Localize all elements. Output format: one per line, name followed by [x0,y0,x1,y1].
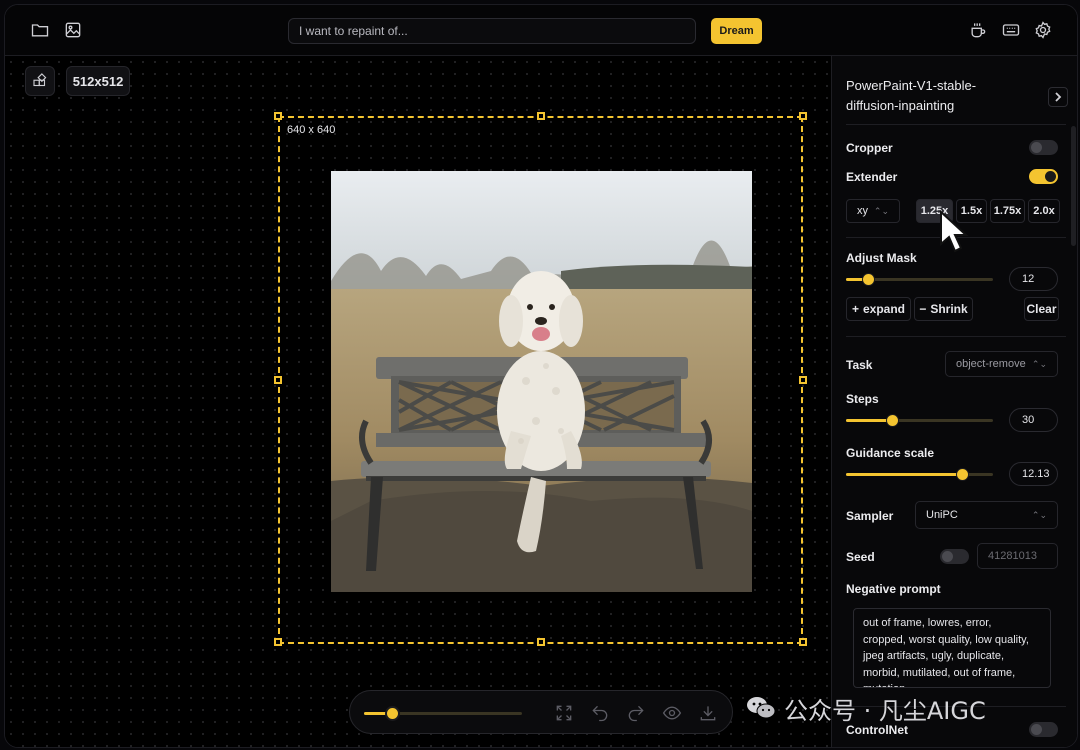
divider [846,336,1066,337]
guidance-input[interactable]: 12.13 [1009,462,1058,486]
extender-toggle[interactable] [1029,169,1058,184]
layout-button[interactable] [25,66,55,96]
expand-button[interactable]: + expand [846,297,911,321]
eye-icon[interactable] [662,703,682,723]
settings-panel: PowerPaint-V1-stable-diffusion-inpaintin… [831,56,1077,747]
negative-prompt-label: Negative prompt [846,582,941,596]
wechat-icon [747,697,776,719]
redo-icon[interactable] [626,703,646,723]
negative-prompt-textarea[interactable]: out of frame, lowres, error, cropped, wo… [853,608,1051,688]
layers-icon [33,73,47,87]
steps-knob[interactable] [886,414,899,427]
controlnet-toggle[interactable] [1029,722,1058,737]
resize-handle-right[interactable] [799,376,807,384]
image-icon[interactable] [62,19,84,41]
keyboard-icon[interactable] [1000,19,1022,41]
scale-2-0x[interactable]: 2.0x [1028,199,1060,223]
chevron-right-icon [1055,92,1062,102]
gear-icon[interactable] [1032,19,1054,41]
sampler-select[interactable]: UniPC ⌃⌄ [915,501,1058,529]
resize-handle-left[interactable] [274,376,282,384]
plus-icon: + [851,302,859,316]
model-name[interactable]: PowerPaint-V1-stable-diffusion-inpaintin… [846,76,1026,116]
bottom-toolbar [349,690,733,734]
size-button[interactable]: 512x512 [66,66,130,96]
extender-label: Extender [846,170,898,184]
adjust-mask-label: Adjust Mask [846,251,917,265]
watermark: 公众号 · 凡尘AIGC [746,688,986,728]
dream-button[interactable]: Dream [711,18,762,44]
cropper-label: Cropper [846,141,893,155]
shrink-button[interactable]: − Shrink [914,297,973,321]
task-select-value: object-remove [956,358,1026,370]
resize-handle-top-right[interactable] [799,112,807,120]
adjust-mask-input[interactable]: 12 [1009,267,1058,291]
scale-1-75x[interactable]: 1.75x [990,199,1025,223]
guidance-knob[interactable] [956,468,969,481]
top-bar: I want to repaint of... Dream [5,5,1077,56]
mouse-cursor-icon [940,210,969,253]
steps-label: Steps [846,392,879,406]
adjust-mask-knob[interactable] [862,273,875,286]
task-label: Task [846,358,873,372]
adjust-mask-slider[interactable] [846,273,993,286]
fit-screen-icon[interactable] [554,703,574,723]
brush-size-knob[interactable] [385,706,401,721]
negative-prompt-text: out of frame, lowres, error, cropped, wo… [863,617,1029,687]
download-icon[interactable] [698,703,718,723]
cropper-toggle[interactable] [1029,140,1058,155]
shrink-label: Shrink [930,302,968,316]
clear-button[interactable]: Clear [1024,297,1059,321]
expand-label: expand [863,302,906,316]
resize-handle-top-left[interactable] [274,112,282,120]
source-image [331,171,752,592]
seed-value: 41281013 [988,550,1037,562]
folder-icon[interactable] [29,19,51,41]
canvas-area[interactable]: 512x512 640 x 640 [5,56,831,747]
guidance-fill [846,473,962,476]
prompt-placeholder: I want to repaint of... [299,24,408,38]
resize-handle-bottom-right[interactable] [799,638,807,646]
app-window: I want to repaint of... Dream 512x512 64… [4,4,1078,748]
resize-handle-bottom-left[interactable] [274,638,282,646]
direction-select[interactable]: xy ⌃⌄ [846,199,900,223]
sampler-label: Sampler [846,509,894,523]
undo-icon[interactable] [590,703,610,723]
select-arrows-icon: ⌃⌄ [1031,358,1047,369]
extender-size-label: 640 x 640 [287,124,336,136]
model-switch-button[interactable] [1048,87,1068,107]
task-select[interactable]: object-remove ⌃⌄ [945,351,1058,377]
seed-label: Seed [846,550,875,564]
panel-scrollbar[interactable] [1071,126,1076,246]
minus-icon: − [919,302,927,316]
divider [846,124,1066,125]
coffee-icon[interactable] [967,19,989,41]
select-arrows-icon: ⌃⌄ [1031,509,1047,520]
guidance-label: Guidance scale [846,446,935,460]
select-arrows-icon: ⌃⌄ [873,205,889,216]
direction-select-value: xy [857,205,868,217]
resize-handle-bottom[interactable] [537,638,545,646]
steps-input[interactable]: 30 [1009,408,1058,432]
watermark-text: 公众号 · 凡尘AIGC [784,696,986,725]
guidance-slider[interactable] [846,468,993,481]
seed-input[interactable]: 41281013 [977,543,1058,569]
sampler-select-value: UniPC [926,509,958,521]
seed-toggle[interactable] [940,549,969,564]
steps-slider[interactable] [846,414,993,427]
brush-size-slider[interactable] [364,706,522,721]
prompt-input[interactable]: I want to repaint of... [288,18,696,44]
resize-handle-top[interactable] [537,112,545,120]
